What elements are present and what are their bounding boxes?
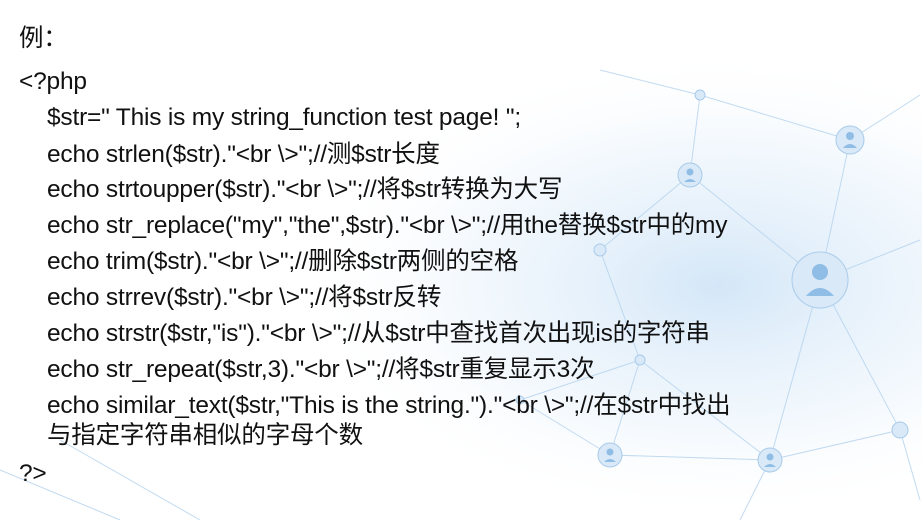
- code-line: echo strrev($str)."<br \>";//将$str反转: [47, 284, 442, 311]
- code-line: echo strlen($str)."<br \>";//测$str长度: [47, 141, 440, 168]
- code-line: echo str_repeat($str,3)."<br \>";//将$str…: [47, 356, 595, 383]
- code-line: $str=" This is my string_function test p…: [47, 104, 521, 131]
- slide-heading: 例：: [19, 25, 68, 52]
- php-open-tag: <?php: [19, 68, 87, 95]
- code-line: echo strstr($str,"is")."<br \>";//从$str中…: [47, 320, 710, 347]
- php-close-tag: ?>: [19, 460, 47, 487]
- code-line: echo trim($str)."<br \>";//删除$str两侧的空格: [47, 248, 519, 275]
- code-line: echo similar_text($str,"This is the stri…: [47, 392, 731, 419]
- code-line: echo str_replace("my","the",$str)."<br \…: [47, 212, 728, 239]
- slide-content: 例： <?php $str=" This is my string_functi…: [0, 0, 922, 520]
- code-line: echo strtoupper($str)."<br \>";//将$str转换…: [47, 176, 563, 203]
- code-line-continuation: 与指定字符串相似的字母个数: [47, 422, 363, 449]
